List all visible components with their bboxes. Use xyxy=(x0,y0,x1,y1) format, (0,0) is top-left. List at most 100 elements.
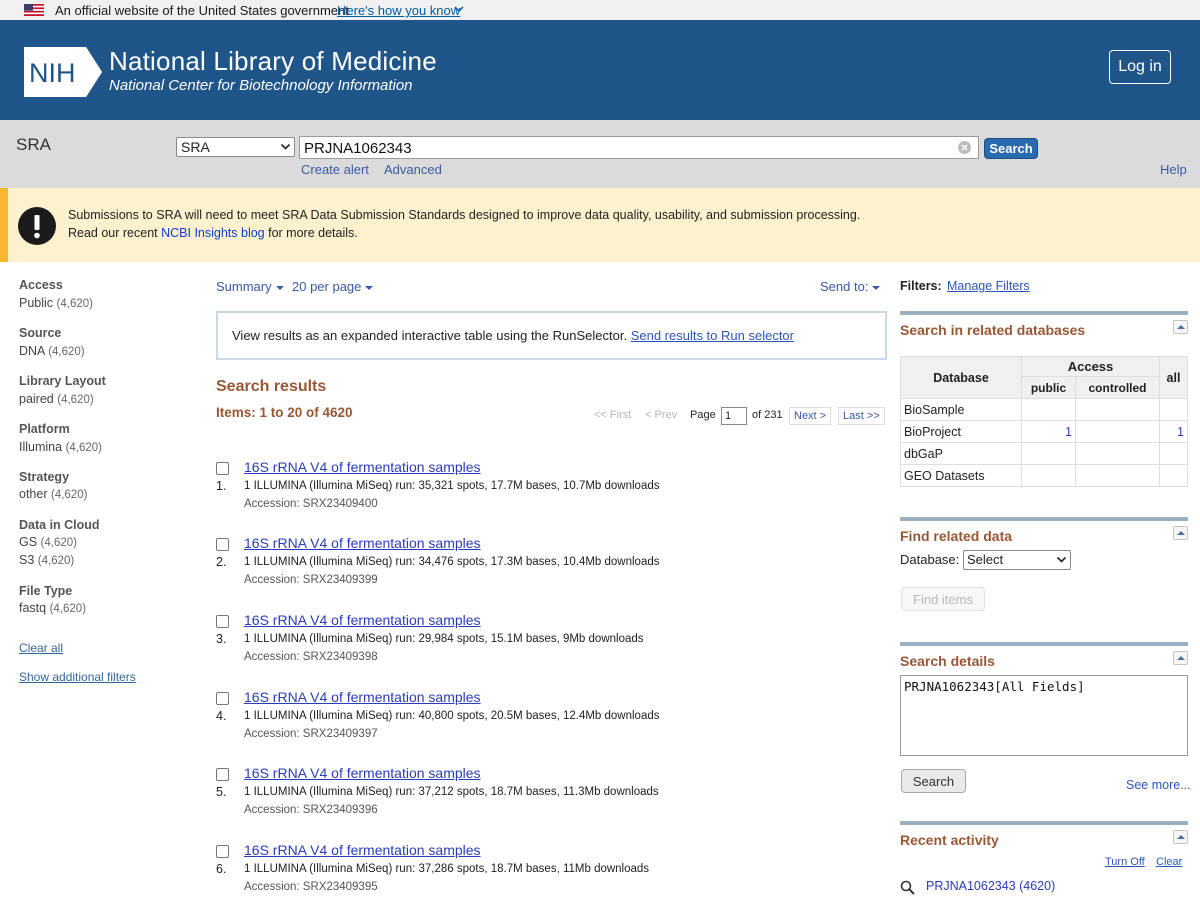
filter-count: (4,620) xyxy=(57,394,94,406)
recent-search-link[interactable]: PRJNA1062343 (4620) xyxy=(926,879,1055,893)
filter-item-public[interactable]: Public (4,620) xyxy=(19,296,93,310)
database-select[interactable]: SRA xyxy=(176,137,295,157)
see-more-link[interactable]: See more... xyxy=(1126,778,1191,792)
send-to-run-selector-link[interactable]: Send results to Run selector xyxy=(631,328,794,343)
search-details-textarea[interactable]: PRJNA1062343[All Fields] xyxy=(900,675,1188,756)
filter-item-dna[interactable]: DNA (4,620) xyxy=(19,344,85,358)
result-number: 5. xyxy=(216,785,227,799)
triangle-down-icon xyxy=(275,285,284,290)
search-results-heading: Search results xyxy=(216,378,327,395)
last-page-button[interactable]: Last >> xyxy=(838,407,885,425)
db-name: dbGaP xyxy=(900,442,1022,465)
nlm-title[interactable]: National Library of Medicine xyxy=(109,46,437,77)
table-row: BioProject 1 1 xyxy=(900,420,1188,443)
filter-item-gs[interactable]: GS (4,620) xyxy=(19,535,77,549)
format-dropdown[interactable]: Summary xyxy=(216,279,284,294)
nih-logo[interactable]: NIH xyxy=(24,47,102,97)
bioproject-public-link[interactable]: 1 xyxy=(1065,425,1072,439)
find-related-data-title: Find related data xyxy=(900,528,1013,544)
collapse-icon[interactable] xyxy=(1173,526,1188,540)
result-title-link[interactable]: 16S rRNA V4 of fermentation samples xyxy=(244,459,481,475)
find-items-button[interactable]: Find items xyxy=(901,587,985,611)
search-icon xyxy=(900,880,915,895)
triangle-down-icon xyxy=(872,285,881,290)
result-description: 1 ILLUMINA (Illumina MiSeq) run: 37,286 … xyxy=(244,863,650,875)
page-number-input[interactable]: 1 xyxy=(721,407,747,425)
database-label-related: Database: xyxy=(900,552,960,567)
first-page-link: << First xyxy=(594,409,632,421)
help-link[interactable]: Help xyxy=(1160,162,1187,177)
send-to-dropdown[interactable]: Send to: xyxy=(820,279,881,294)
result-description: 1 ILLUMINA (Illumina MiSeq) run: 34,476 … xyxy=(244,556,660,568)
portlet-divider xyxy=(900,311,1188,315)
result-description: 1 ILLUMINA (Illumina MiSeq) run: 37,212 … xyxy=(244,786,659,798)
result-checkbox[interactable] xyxy=(216,462,229,475)
table-row: dbGaP xyxy=(900,442,1188,465)
next-page-button[interactable]: Next > xyxy=(789,407,832,425)
format-label: Summary xyxy=(216,279,272,294)
result-checkbox[interactable] xyxy=(216,692,229,705)
create-alert-link[interactable]: Create alert xyxy=(301,162,369,177)
filter-heading-file-type: File Type xyxy=(19,584,73,598)
column-header-public: public xyxy=(1021,376,1076,399)
login-button[interactable]: Log in xyxy=(1109,50,1171,84)
filter-count: (4,620) xyxy=(37,555,75,567)
result-accession: Accession: SRX23409396 xyxy=(244,804,378,816)
turn-off-link[interactable]: Turn Off xyxy=(1105,856,1145,868)
filter-item-paired[interactable]: paired (4,620) xyxy=(19,392,94,406)
db-name: BioProject xyxy=(900,420,1022,443)
filter-label: S3 xyxy=(19,553,35,567)
result-number: 1. xyxy=(216,479,227,493)
result-accession: Accession: SRX23409397 xyxy=(244,728,378,740)
clear-recent-link[interactable]: Clear xyxy=(1156,856,1182,868)
ncbi-insights-blog-link[interactable]: NCBI Insights blog xyxy=(161,226,265,240)
result-accession: Accession: SRX23409400 xyxy=(244,498,378,510)
search-details-button[interactable]: Search xyxy=(901,769,966,793)
result-checkbox[interactable] xyxy=(216,768,229,781)
advanced-search-link[interactable]: Advanced xyxy=(384,162,442,177)
result-description: 1 ILLUMINA (Illumina MiSeq) run: 40,800 … xyxy=(244,710,660,722)
database-label: SRA xyxy=(16,135,51,154)
collapse-icon[interactable] xyxy=(1173,830,1188,844)
bioproject-all-link[interactable]: 1 xyxy=(1177,425,1184,439)
filter-item-s3[interactable]: S3 (4,620) xyxy=(19,553,74,567)
related-databases-table: Database Access all public controlled Bi… xyxy=(900,355,1188,487)
controlled-count xyxy=(1075,420,1160,443)
collapse-icon[interactable] xyxy=(1173,320,1188,334)
result-title-link[interactable]: 16S rRNA V4 of fermentation samples xyxy=(244,689,481,705)
table-row: BioSample xyxy=(900,398,1188,421)
result-title-link[interactable]: 16S rRNA V4 of fermentation samples xyxy=(244,842,481,858)
related-database-select[interactable]: Select xyxy=(963,550,1071,570)
result-title-link[interactable]: 16S rRNA V4 of fermentation samples xyxy=(244,612,481,628)
filter-label: DNA xyxy=(19,344,45,358)
filter-item-other[interactable]: other (4,620) xyxy=(19,487,87,501)
filter-label: other xyxy=(19,487,48,501)
search-button[interactable]: Search xyxy=(984,138,1038,159)
clear-all-filters-link[interactable]: Clear all xyxy=(19,641,63,655)
per-page-dropdown[interactable]: 20 per page xyxy=(292,279,374,294)
all-count xyxy=(1159,398,1188,421)
result-item: 3. 16S rRNA V4 of fermentation samples 1… xyxy=(216,612,876,682)
column-header-access: Access xyxy=(1021,355,1160,378)
filter-item-illumina[interactable]: Illumina (4,620) xyxy=(19,440,102,454)
clear-input-icon[interactable] xyxy=(957,140,972,155)
filter-item-fastq[interactable]: fastq (4,620) xyxy=(19,601,86,615)
chevron-down-icon[interactable] xyxy=(452,2,466,16)
notice-banner xyxy=(0,188,1200,262)
notice-suffix: for more details. xyxy=(264,226,358,240)
page-total: of 231 xyxy=(752,409,783,421)
search-input[interactable]: PRJNA1062343 xyxy=(299,136,979,159)
per-page-label: 20 per page xyxy=(292,279,362,294)
filter-heading-access: Access xyxy=(19,278,63,292)
result-item: 2. 16S rRNA V4 of fermentation samples 1… xyxy=(216,535,876,605)
heres-how-you-know-link[interactable]: Here's how you know xyxy=(337,3,460,18)
result-title-link[interactable]: 16S rRNA V4 of fermentation samples xyxy=(244,765,481,781)
result-checkbox[interactable] xyxy=(216,615,229,628)
result-title-link[interactable]: 16S rRNA V4 of fermentation samples xyxy=(244,535,481,551)
show-additional-filters-link[interactable]: Show additional filters xyxy=(19,670,136,684)
result-checkbox[interactable] xyxy=(216,845,229,858)
manage-filters-link[interactable]: Manage Filters xyxy=(947,279,1030,293)
collapse-icon[interactable] xyxy=(1173,651,1188,665)
portlet-divider xyxy=(900,642,1188,646)
result-checkbox[interactable] xyxy=(216,538,229,551)
